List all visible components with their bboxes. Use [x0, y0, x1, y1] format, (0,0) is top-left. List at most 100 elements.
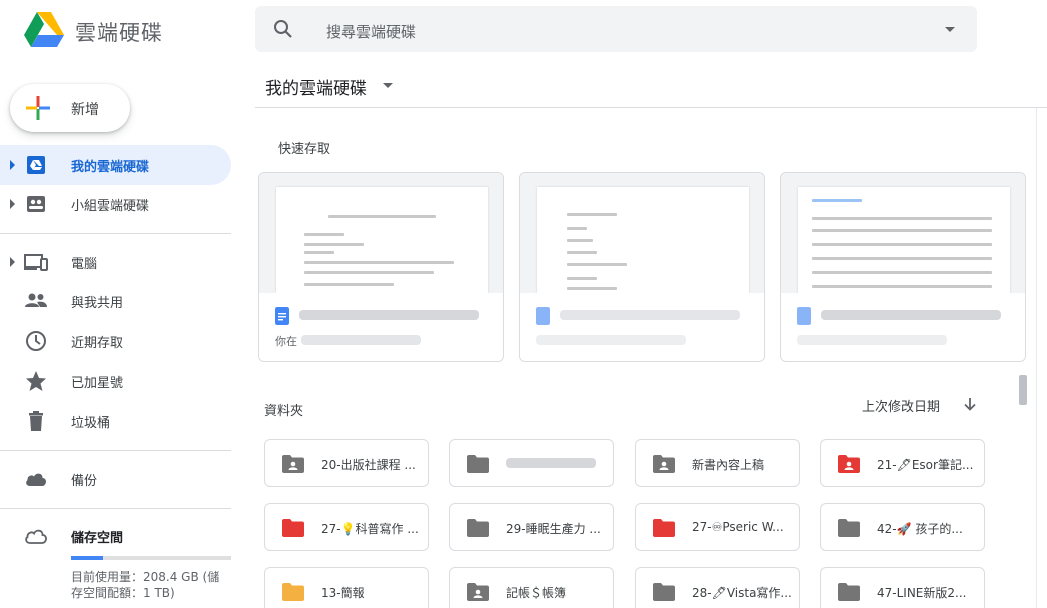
cloud-icon — [26, 473, 47, 486]
blurred-file-name — [821, 310, 1001, 320]
trash-icon — [29, 411, 43, 431]
sidebar-item-label: 儲存空間 — [71, 531, 124, 546]
sidebar-item-storage[interactable]: 儲存空間 — [0, 516, 231, 556]
sort-direction-arrow-icon[interactable] — [962, 396, 978, 412]
sidebar-item-label: 小組雲端硬碟 — [71, 199, 150, 214]
folder-name: 29-睡眠生產力 ... — [506, 522, 601, 536]
search-options-icon[interactable] — [945, 27, 955, 32]
app-title[interactable]: 雲端硬碟 — [75, 17, 163, 47]
sidebar-item-label: 近期存取 — [71, 336, 124, 351]
quick-access-heading: 快速存取 — [278, 142, 331, 157]
sidebar-item-recent[interactable]: 近期存取 — [0, 321, 231, 361]
folder-item[interactable]: 20-出版社課程 ... — [264, 439, 429, 487]
shared-folder-icon — [282, 455, 304, 473]
shared-drives-icon — [27, 196, 45, 212]
folder-item[interactable]: 28-🖊Vista寫作... — [635, 567, 800, 608]
shared-folder-icon — [467, 583, 489, 601]
header-divider — [255, 107, 1047, 108]
folder-icon — [282, 519, 304, 537]
quick-access-card[interactable] — [780, 172, 1026, 362]
file-info — [781, 293, 1025, 361]
file-info — [520, 293, 764, 361]
folder-icon — [838, 583, 860, 601]
sidebar-item-label: 我的雲端硬碟 — [71, 160, 150, 175]
folder-name: 27-♾Pseric W... — [692, 520, 784, 534]
title-dropdown-icon[interactable] — [383, 83, 393, 88]
storage-usage-text: 目前使用量：208.4 GB (儲存空間配額：1 TB) — [71, 570, 220, 600]
sidebar-item-starred[interactable]: 已加星號 — [0, 361, 231, 401]
sort-by-button[interactable]: 上次修改日期 — [862, 396, 940, 415]
search-bar[interactable]: 搜尋雲端硬碟 — [255, 6, 977, 52]
expand-arrow-icon[interactable] — [10, 199, 15, 209]
file-activity-text: 你在 — [275, 335, 297, 348]
expand-arrow-icon[interactable] — [10, 257, 15, 267]
blurred-file-name — [560, 310, 740, 320]
folder-item[interactable]: 21-🖋Esor筆記... — [820, 439, 985, 487]
folder-name: 28-🖊Vista寫作... — [692, 586, 792, 600]
folder-name: 20-出版社課程 ... — [321, 458, 416, 472]
folder-name: 42-🚀 孩子的... — [877, 522, 963, 536]
folder-name: 21-🖋Esor筆記... — [877, 458, 974, 472]
sidebar-item-computers[interactable]: 電腦 — [0, 242, 231, 282]
sidebar-item-shared-with-me[interactable]: 與我共用 — [0, 281, 231, 321]
sidebar-item-label: 與我共用 — [71, 296, 124, 311]
folder-item[interactable]: 27-💡科普寫作 ... — [264, 503, 429, 551]
folder-icon — [282, 583, 304, 601]
file-thumbnail — [259, 173, 503, 293]
page-title[interactable]: 我的雲端硬碟 — [265, 74, 367, 99]
folder-name: 27-💡科普寫作 ... — [321, 522, 419, 536]
folder-name: 47-LINE新版2... — [877, 586, 967, 600]
quick-access-card[interactable]: 你在 — [258, 172, 504, 362]
shared-with-me-icon — [25, 293, 47, 307]
sidebar-item-backups[interactable]: 備份 — [0, 459, 231, 499]
folder-icon — [653, 583, 675, 601]
sidebar-divider — [0, 508, 231, 509]
shared-folder-icon — [838, 455, 860, 473]
details-panel-edge — [1036, 108, 1037, 608]
quick-access-card[interactable] — [519, 172, 765, 362]
folder-item[interactable]: 記帳＄帳簿 — [449, 567, 614, 608]
folder-item[interactable]: 新書內容上稿 — [635, 439, 800, 487]
google-docs-icon — [797, 307, 811, 325]
storage-usage-bar — [71, 556, 231, 560]
computers-icon — [24, 254, 48, 271]
sidebar-item-label: 垃圾桶 — [71, 416, 111, 431]
file-thumbnail — [520, 173, 764, 293]
folder-item[interactable]: 29-睡眠生產力 ... — [449, 503, 614, 551]
clock-icon — [26, 331, 46, 351]
folder-name: 13-簡報 — [321, 586, 365, 600]
folder-icon — [838, 519, 860, 537]
google-docs-icon — [536, 307, 550, 325]
expand-arrow-icon[interactable] — [10, 160, 15, 170]
blurred-activity — [797, 335, 947, 345]
document-preview — [276, 187, 488, 293]
sidebar-item-label: 備份 — [71, 474, 98, 489]
new-button[interactable]: 新增 — [10, 84, 130, 132]
folder-item[interactable]: 42-🚀 孩子的... — [820, 503, 985, 551]
blurred-activity — [301, 335, 421, 345]
sidebar-divider — [0, 233, 231, 234]
file-info: 你在 — [259, 293, 503, 361]
search-icon[interactable] — [273, 19, 293, 39]
sidebar-divider — [0, 450, 231, 451]
shared-folder-icon — [653, 455, 675, 473]
folder-item[interactable]: 27-♾Pseric W... — [635, 503, 800, 551]
scrollbar-thumb[interactable] — [1019, 375, 1027, 405]
new-button-label: 新增 — [71, 102, 99, 118]
folder-item[interactable]: 13-簡報 — [264, 567, 429, 608]
sidebar-item-trash[interactable]: 垃圾桶 — [0, 401, 231, 441]
drive-app: 雲端硬碟 搜尋雲端硬碟 新增 我的雲端硬碟 小組雲端硬碟 電腦 與我共用 近期存… — [0, 0, 1047, 608]
drive-logo-icon[interactable] — [24, 12, 64, 48]
my-drive-icon — [27, 156, 45, 174]
sidebar-item-shared-drives[interactable]: 小組雲端硬碟 — [0, 184, 231, 224]
storage-usage-fill — [71, 556, 103, 560]
folders-heading: 資料夾 — [264, 404, 304, 419]
sidebar-item-my-drive[interactable]: 我的雲端硬碟 — [0, 145, 231, 185]
folder-item[interactable] — [449, 439, 614, 487]
folder-icon — [653, 519, 675, 537]
folder-item[interactable]: 47-LINE新版2... — [820, 567, 985, 608]
plus-icon — [26, 96, 50, 120]
folder-icon — [467, 519, 489, 537]
search-input[interactable]: 搜尋雲端硬碟 — [326, 21, 416, 42]
blurred-activity — [536, 335, 686, 345]
